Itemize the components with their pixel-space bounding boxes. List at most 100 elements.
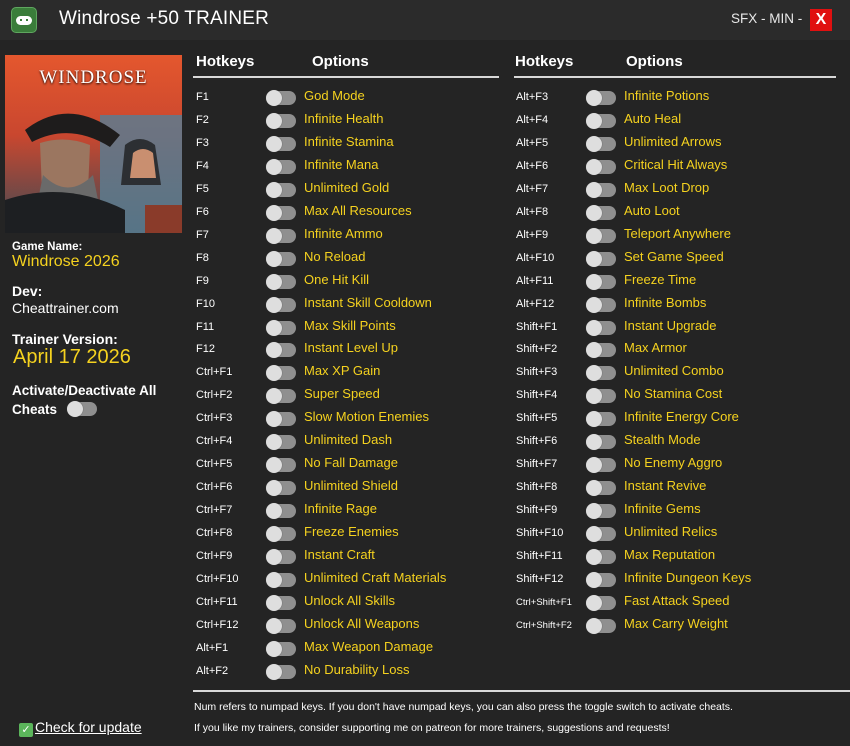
window-title: Windrose +50 TRAINER: [59, 8, 270, 29]
hotkey-label: Shift+F5: [516, 412, 558, 425]
cheat-toggle[interactable]: [266, 227, 296, 244]
cheat-toggle[interactable]: [266, 365, 296, 382]
cheat-toggle[interactable]: [266, 388, 296, 405]
title-bar: Windrose +50 TRAINER SFX - MIN - X: [0, 0, 850, 40]
cheat-toggle[interactable]: [266, 90, 296, 106]
cheat-option-label: Infinite Mana: [304, 156, 379, 172]
cheat-option-label: Max All Resources: [304, 202, 412, 218]
dev-value: Cheattrainer.com: [12, 300, 119, 316]
cheat-option-label: Infinite Energy Core: [624, 409, 739, 425]
cheat-toggle[interactable]: [586, 388, 616, 405]
dev-label: Dev:: [12, 283, 43, 299]
cheat-toggle[interactable]: [266, 640, 296, 657]
cheat-toggle[interactable]: [266, 594, 296, 611]
cheat-toggle[interactable]: [266, 181, 296, 198]
cheat-toggle[interactable]: [266, 526, 296, 543]
cheat-toggle[interactable]: [266, 135, 296, 152]
hotkey-label: Ctrl+F6: [196, 481, 233, 494]
cheat-toggle[interactable]: [586, 90, 616, 106]
cheat-toggle[interactable]: [586, 273, 616, 290]
cheat-option-label: Max XP Gain: [304, 363, 381, 379]
cheat-option-label: Instant Upgrade: [624, 317, 717, 333]
cheat-toggle[interactable]: [586, 549, 616, 565]
cheat-toggle[interactable]: [266, 617, 296, 634]
cheat-toggle[interactable]: [266, 204, 296, 221]
cheat-toggle[interactable]: [586, 594, 616, 611]
hotkey-label: Alt+F10: [516, 251, 555, 264]
cheat-toggle[interactable]: [586, 227, 616, 244]
hotkey-label: Shift+F8: [516, 481, 558, 494]
cheat-toggle[interactable]: [266, 342, 296, 359]
cheat-toggle[interactable]: [266, 273, 296, 290]
cheat-toggle[interactable]: [266, 250, 296, 267]
cheat-option-label: No Durability Loss: [304, 661, 410, 677]
cheat-option-label: Infinite Dungeon Keys: [624, 569, 752, 585]
sfx-min-controls[interactable]: SFX - MIN -: [731, 11, 802, 26]
hotkey-label: F7: [196, 228, 209, 241]
cheat-toggle[interactable]: [266, 571, 296, 588]
cheat-toggle[interactable]: [586, 204, 616, 221]
cheat-toggle[interactable]: [586, 342, 616, 359]
cheat-option-label: No Stamina Cost: [624, 386, 723, 402]
trainer-version-label: Trainer Version:: [12, 331, 118, 347]
cheat-option-label: Fast Attack Speed: [624, 592, 730, 608]
cheat-toggle[interactable]: [586, 250, 616, 267]
options-header-right: Options: [626, 53, 683, 70]
hotkey-label: Shift+F2: [516, 343, 558, 356]
cheat-option-label: Infinite Bombs: [624, 294, 707, 310]
cheat-toggle[interactable]: [586, 296, 616, 313]
cheat-toggle[interactable]: [586, 112, 616, 129]
cheat-option-label: One Hit Kill: [304, 271, 370, 287]
cheat-toggle[interactable]: [266, 158, 296, 175]
cheat-toggle[interactable]: [586, 457, 616, 474]
cheat-option-label: No Reload: [304, 248, 366, 264]
hotkey-label: Alt+F9: [516, 228, 549, 241]
cheat-toggle[interactable]: [266, 663, 296, 680]
cheat-toggle[interactable]: [266, 549, 296, 565]
hotkey-label: Shift+F11: [516, 550, 563, 562]
cheat-option-label: Instant Craft: [304, 547, 375, 562]
cheat-toggle[interactable]: [586, 158, 616, 175]
cheat-toggle[interactable]: [586, 411, 616, 428]
hotkey-label: Shift+F1: [516, 320, 558, 333]
cheat-option-label: Slow Motion Enemies: [304, 409, 429, 425]
cheat-toggle[interactable]: [586, 135, 616, 152]
hotkey-label: Ctrl+F4: [196, 435, 233, 448]
cheat-toggle[interactable]: [266, 457, 296, 474]
cheat-option-label: Infinite Stamina: [304, 133, 394, 149]
cheat-toggle[interactable]: [586, 526, 616, 543]
cheat-option-label: Unlimited Shield: [304, 478, 398, 494]
hotkey-label: Alt+F5: [516, 136, 549, 149]
cheat-option-label: Auto Loot: [624, 202, 680, 218]
hotkey-label: F9: [196, 274, 209, 287]
cheat-option-label: Auto Heal: [624, 110, 682, 126]
hotkey-label: Alt+F8: [516, 205, 549, 218]
cheat-toggle[interactable]: [266, 503, 296, 520]
check-update-link[interactable]: ✓ Check for update: [19, 719, 142, 737]
cheat-toggle[interactable]: [266, 112, 296, 129]
cheat-option-label: Unlimited Relics: [624, 524, 718, 540]
cheat-toggle[interactable]: [586, 434, 616, 451]
cheat-toggle[interactable]: [266, 319, 296, 336]
footer-divider: [193, 690, 850, 692]
hotkey-label: Ctrl+F9: [196, 550, 233, 562]
cheat-toggle[interactable]: [586, 571, 616, 588]
header-divider-left: [193, 76, 499, 78]
cheat-toggle[interactable]: [266, 411, 296, 428]
footer-note-numpad: Num refers to numpad keys. If you don't …: [194, 701, 733, 713]
cheat-toggle[interactable]: [586, 365, 616, 382]
game-name-value: Windrose 2026: [12, 253, 120, 270]
cheat-toggle[interactable]: [266, 480, 296, 497]
header-divider-right: [514, 76, 836, 78]
activate-all-toggle[interactable]: [67, 401, 97, 417]
cheat-toggle[interactable]: [586, 181, 616, 198]
cheat-toggle[interactable]: [266, 296, 296, 313]
cheat-toggle[interactable]: [586, 480, 616, 497]
cheat-toggle[interactable]: [586, 617, 616, 634]
hotkey-label: F8: [196, 251, 209, 264]
cheat-toggle[interactable]: [586, 319, 616, 336]
cheat-toggle[interactable]: [586, 503, 616, 520]
close-button[interactable]: X: [810, 9, 832, 31]
hotkey-label: Ctrl+F3: [196, 412, 233, 425]
cheat-toggle[interactable]: [266, 434, 296, 451]
